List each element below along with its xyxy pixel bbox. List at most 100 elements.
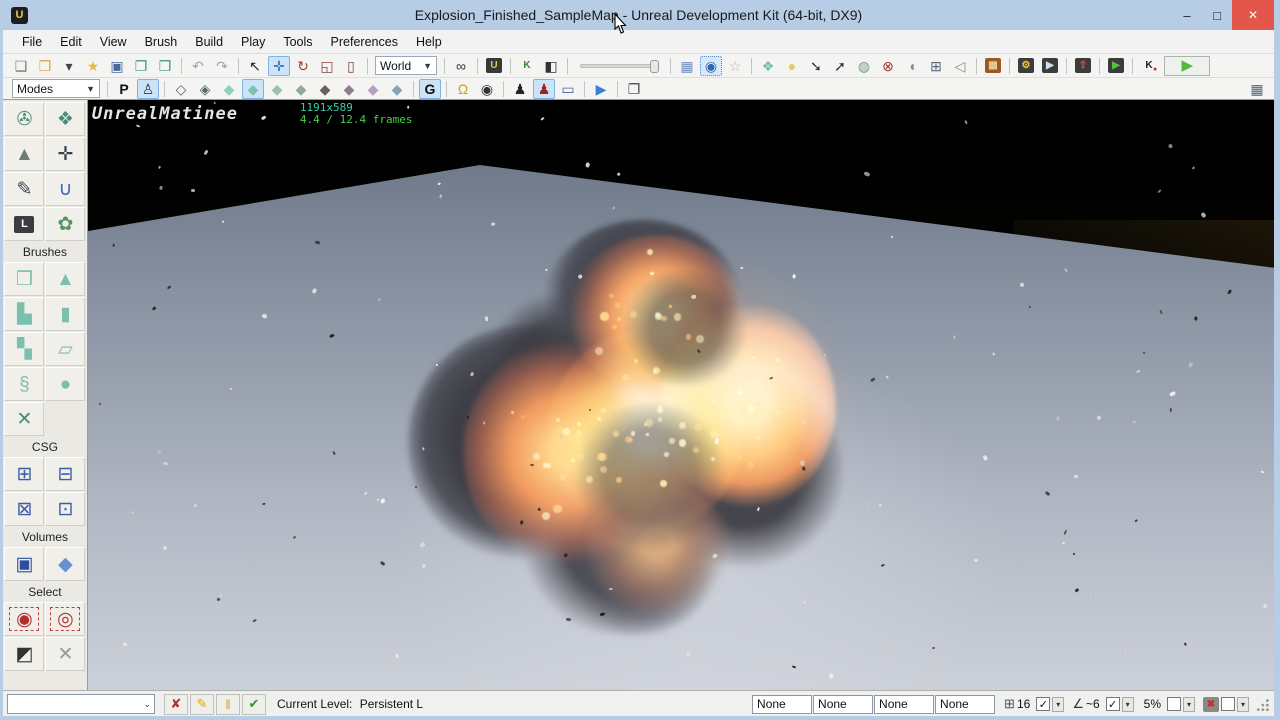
pylon-pair-button[interactable]: ‖ <box>216 693 240 715</box>
pylon-add-button[interactable]: ✎ <box>190 693 214 715</box>
selected-polys-button[interactable]: ◉ <box>700 55 722 76</box>
menu-brush[interactable]: Brush <box>136 32 187 52</box>
actor-prop-field-2[interactable]: None <box>813 694 874 714</box>
possess-viewport-button[interactable]: ♟ <box>533 78 555 99</box>
viewmode-detail-lighting-button[interactable]: ◆ <box>266 79 288 99</box>
kismet-button[interactable]: K <box>516 56 538 76</box>
brush-cube-button[interactable]: ❒ <box>4 262 45 296</box>
realtime-toggle-button[interactable]: ▶ <box>590 79 612 99</box>
coordinate-system-select[interactable]: World ▼ <box>375 56 437 75</box>
build-lighting-button[interactable]: ⚙ <box>1015 56 1037 76</box>
menu-preferences[interactable]: Preferences <box>322 32 407 52</box>
play-in-viewport-button[interactable]: ▶ <box>1105 56 1127 76</box>
viewmode-unlit-button[interactable]: ◆ <box>218 79 240 99</box>
possess-player-button[interactable]: ♟ <box>509 79 531 99</box>
menu-help[interactable]: Help <box>407 32 451 52</box>
menu-view[interactable]: View <box>91 32 136 52</box>
matinee-list-button[interactable]: ⊞ <box>925 56 947 76</box>
brush-spiral-stairs-button[interactable]: § <box>4 367 45 401</box>
new-file-button[interactable]: ❑ <box>10 56 32 76</box>
save-button[interactable]: ▣ <box>106 56 128 76</box>
perspective-toggle-button[interactable]: P <box>113 79 135 99</box>
viewmode-lighting-only-button[interactable]: ◆ <box>290 79 312 99</box>
select-invert-button[interactable]: ◩ <box>4 637 45 671</box>
autosave-icon[interactable]: ✖ <box>1203 696 1219 712</box>
mode-geometry-button[interactable]: ❖ <box>45 102 86 136</box>
brush-polys-button[interactable]: ▦ <box>676 56 698 76</box>
viewmode-texture-density-button[interactable]: ◆ <box>338 79 360 99</box>
autosave-checkbox[interactable] <box>1221 697 1235 711</box>
csg-deintersect-button[interactable]: ⊡ <box>45 492 86 526</box>
build-geometry-button[interactable]: ▦ <box>982 56 1004 76</box>
scale-snap-checkbox[interactable] <box>1167 697 1181 711</box>
viewport-layout-button[interactable]: ▦ <box>1246 79 1268 99</box>
favorites-star-button[interactable]: ☆ <box>724 56 746 76</box>
rotation-snap-checkbox[interactable]: ✓ <box>1105 697 1120 711</box>
actor-prop-field-3[interactable]: None <box>874 694 935 714</box>
group-remove-button[interactable]: ⊗ <box>877 56 899 76</box>
csg-intersect-button[interactable]: ⊠ <box>4 492 45 526</box>
lock-viewport-button[interactable]: Ω <box>452 79 474 99</box>
mode-camera-button[interactable]: ✇ <box>4 102 45 136</box>
brush-sheet-button[interactable]: ▱ <box>45 332 86 366</box>
open-file-button[interactable]: ❒ <box>34 56 56 76</box>
mode-terrain-button[interactable]: ▲ <box>4 137 45 171</box>
kismet-ref-back-button[interactable]: ➚ <box>829 56 851 76</box>
maya-camera-button[interactable]: ♙ <box>137 78 159 99</box>
scale-tool-button[interactable]: ◱ <box>316 56 338 76</box>
autosave-caret[interactable]: ▾ <box>1237 696 1249 712</box>
menu-build[interactable]: Build <box>186 32 232 52</box>
viewmode-lightmap-density-button[interactable]: ◆ <box>386 79 408 99</box>
viewmode-shader-complexity-button[interactable]: ◆ <box>362 79 384 99</box>
search-actors-button[interactable]: ∞ <box>450 56 472 76</box>
light-button[interactable]: ● <box>781 56 803 76</box>
brush-volumetric-button[interactable]: ✕ <box>4 402 45 436</box>
maximize-viewport-button[interactable]: ❐ <box>623 79 645 99</box>
maximize-button[interactable]: □ <box>1202 0 1232 30</box>
viewmode-light-complexity-button[interactable]: ◆ <box>314 79 336 99</box>
select-show-button[interactable]: ◉ <box>4 602 45 636</box>
slider-thumb[interactable] <box>650 59 659 73</box>
build-all-button[interactable]: ⇧ <box>1072 56 1094 76</box>
camera-actor-button[interactable]: ◍ <box>853 56 875 76</box>
save-copy-button[interactable]: ❒ <box>154 56 176 76</box>
sound-toggle-button[interactable]: ◁ <box>949 56 971 76</box>
menu-edit[interactable]: Edit <box>51 32 91 52</box>
mode-texture-paint-button[interactable]: ✎ <box>4 172 45 206</box>
select-tool-button[interactable]: ↖ <box>244 56 266 76</box>
csg-subtract-button[interactable]: ⊟ <box>45 457 86 491</box>
modes-select[interactable]: Modes ▼ <box>12 79 100 98</box>
brush-sphere-button[interactable]: ● <box>45 367 86 401</box>
favorites-button[interactable]: ★ <box>82 56 104 76</box>
kismet-debugger-button[interactable]: K ● <box>1138 56 1160 76</box>
drag-grid-caret[interactable]: ▾ <box>1052 696 1065 712</box>
status-combobox[interactable]: ⌄ <box>7 694 155 714</box>
play-level-button[interactable]: ▶ <box>1164 55 1211 76</box>
open-file-caret-button[interactable]: ▾ <box>58 56 80 76</box>
brush-cylinder-button[interactable]: ▮ <box>45 297 86 331</box>
content-browser-button[interactable]: U <box>483 56 505 76</box>
mode-foliage-button[interactable]: ✿ <box>45 207 86 241</box>
brush-curved-stairs-button[interactable]: ▚ <box>4 332 45 366</box>
scale-snap-caret[interactable]: ▾ <box>1183 696 1195 712</box>
minimize-button[interactable]: – <box>1172 0 1202 30</box>
actor-prop-field-1[interactable]: None <box>752 694 813 714</box>
game-view-button[interactable]: G <box>419 78 441 99</box>
menu-play[interactable]: Play <box>232 32 274 52</box>
mode-geometry-edit-button[interactable]: ∪ <box>45 172 86 206</box>
show-flags-button[interactable]: ◉ <box>476 79 498 99</box>
rotation-snap-caret[interactable]: ▾ <box>1121 696 1134 712</box>
add-volume-cube-button[interactable]: ◆ <box>45 547 86 581</box>
select-none-button[interactable]: ✕ <box>45 637 86 671</box>
level-visibility-check-button[interactable]: ✔ <box>242 693 266 715</box>
resize-grip[interactable] <box>1257 697 1270 711</box>
matinee-button[interactable]: ◧ <box>540 56 562 76</box>
build-paths-button[interactable]: ▶ <box>1039 56 1061 76</box>
add-volume-button[interactable]: ▣ <box>4 547 45 581</box>
save-all-button[interactable]: ❐ <box>130 56 152 76</box>
paths-rebuild-off-button[interactable]: ✘ <box>164 693 188 715</box>
brush-stairs-button[interactable]: ▙ <box>4 297 45 331</box>
viewmode-wireframe-button[interactable]: ◇ <box>170 79 192 99</box>
camera-speed-slider[interactable] <box>580 59 659 73</box>
undo-button[interactable]: ↶ <box>187 56 209 76</box>
